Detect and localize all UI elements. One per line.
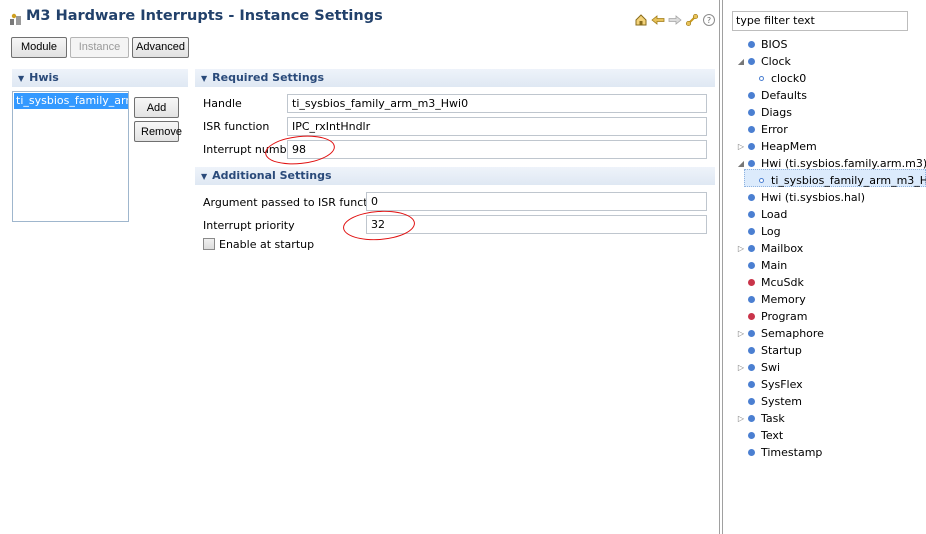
tree-item-label: Timestamp (761, 446, 823, 459)
collapsed-arrow-icon[interactable]: ▷ (736, 410, 746, 427)
collapsed-arrow-icon[interactable]: ▷ (736, 138, 746, 155)
help-icon[interactable]: ? (702, 13, 716, 27)
collapse-toggle-icon: ▼ (201, 74, 208, 83)
hwis-instance-list[interactable]: ti_sysbios_family_arm_m3_Hwi0 (12, 91, 129, 222)
tree-item-label: Startup (761, 344, 802, 357)
collapsed-arrow-icon[interactable]: ▷ (736, 359, 746, 376)
module-bullet-icon (759, 76, 764, 81)
forward-arrow-icon[interactable] (668, 13, 682, 27)
handle-field[interactable]: ti_sysbios_family_arm_m3_Hwi0 (287, 94, 707, 113)
module-bullet-icon (748, 296, 755, 303)
module-bullet-icon (748, 262, 755, 269)
filter-input[interactable]: type filter text (732, 11, 908, 31)
list-item[interactable]: ti_sysbios_family_arm_m3_Hwi0 (14, 93, 128, 109)
module-bullet-icon (748, 160, 755, 167)
collapsed-arrow-icon[interactable]: ▷ (736, 240, 746, 257)
module-bullet-icon (748, 228, 755, 235)
module-bullet-icon (748, 398, 755, 405)
back-arrow-icon[interactable] (651, 13, 665, 27)
svg-text:?: ? (707, 16, 711, 25)
tree-item-label: Clock (761, 55, 791, 68)
tree-item-label: Semaphore (761, 327, 824, 340)
enable-at-startup-label: Enable at startup (219, 238, 315, 251)
interrupt-number-field[interactable]: 98 (287, 140, 707, 159)
interrupt-priority-field[interactable]: 32 (366, 215, 707, 234)
module-bullet-icon (748, 347, 755, 354)
isr-function-label: ISR function (203, 120, 270, 133)
tree-item-label: Main (761, 259, 788, 272)
tree-item-label: Memory (761, 293, 806, 306)
module-bullet-icon (748, 449, 755, 456)
tree-item-label: Log (761, 225, 781, 238)
tree-item-label: Defaults (761, 89, 807, 102)
module-bullet-icon (748, 143, 755, 150)
sash-divider[interactable] (719, 0, 720, 534)
page-title: M3 Hardware Interrupts - Instance Settin… (26, 8, 383, 24)
tree-item-label: McuSdk (761, 276, 804, 289)
module-bullet-icon (748, 194, 755, 201)
module-bullet-icon (748, 279, 755, 286)
interrupt-number-label: Interrupt number (203, 143, 298, 156)
isr-argument-label: Argument passed to ISR function (203, 196, 385, 209)
tab-instance[interactable]: Instance (70, 37, 129, 58)
module-bullet-icon (748, 245, 755, 252)
module-bullet-icon (748, 432, 755, 439)
tree-item-label: System (761, 395, 803, 408)
tree-item-label: BIOS (761, 38, 788, 51)
expanded-arrow-icon[interactable]: ◢ (736, 53, 746, 70)
required-settings-header[interactable]: ▼ Required Settings (195, 69, 715, 87)
tree-item-label: Mailbox (761, 242, 804, 255)
expanded-arrow-icon[interactable]: ◢ (736, 155, 746, 172)
additional-settings-title: Additional Settings (212, 169, 332, 182)
additional-settings-header[interactable]: ▼ Additional Settings (195, 167, 715, 185)
isr-function-field[interactable]: IPC_rxIntHndlr (287, 117, 707, 136)
collapse-toggle-icon: ▼ (18, 74, 25, 83)
link-icon[interactable] (685, 13, 699, 27)
tab-advanced[interactable]: Advanced (132, 37, 189, 58)
module-bullet-icon (748, 415, 755, 422)
tree-item-label: Diags (761, 106, 792, 119)
module-bullet-icon (748, 58, 755, 65)
tree-item-label: Hwi (ti.sysbios.hal) (761, 191, 866, 204)
module-bullet-icon (748, 313, 755, 320)
sash-divider (722, 0, 723, 534)
hwis-section-header[interactable]: ▼ Hwis (12, 69, 188, 87)
remove-instance-button[interactable]: Remove (134, 121, 182, 142)
tree-item-label: Load (761, 208, 788, 221)
module-bullet-icon (748, 381, 755, 388)
enable-at-startup-checkbox[interactable] (203, 238, 215, 250)
module-bullet-icon (759, 178, 764, 183)
module-config-icon (10, 13, 21, 25)
tree-item-label: Program (761, 310, 808, 323)
tree-item-label: Error (761, 123, 788, 136)
add-instance-button[interactable]: Add ... (134, 97, 179, 133)
module-bullet-icon (748, 126, 755, 133)
tree-item-label: HeapMem (761, 140, 817, 153)
collapse-toggle-icon: ▼ (201, 172, 208, 181)
home-icon[interactable] (634, 13, 648, 27)
module-bullet-icon (748, 109, 755, 116)
isr-argument-field[interactable]: 0 (366, 192, 707, 211)
interrupt-priority-label: Interrupt priority (203, 219, 295, 232)
tree-item-label: Task (761, 412, 785, 425)
module-bullet-icon (748, 364, 755, 371)
tree-item-label: SysFlex (761, 378, 803, 391)
module-bullet-icon (748, 211, 755, 218)
module-bullet-icon (748, 92, 755, 99)
tree-item-label: ti_sysbios_family_arm_m3_Hwi0 (771, 174, 926, 187)
module-bullet-icon (748, 330, 755, 337)
tree-item-label: clock0 (771, 72, 807, 85)
required-settings-title: Required Settings (212, 71, 325, 84)
hwis-section-title: Hwis (29, 71, 59, 84)
tree-item-label: Hwi (ti.sysbios.family.arm.m3) (761, 157, 926, 170)
collapsed-arrow-icon[interactable]: ▷ (736, 325, 746, 342)
handle-label: Handle (203, 97, 242, 110)
module-bullet-icon (748, 41, 755, 48)
tree-item-label: Text (761, 429, 784, 442)
tree-item-label: Swi (761, 361, 781, 374)
tab-module[interactable]: Module (11, 37, 67, 58)
